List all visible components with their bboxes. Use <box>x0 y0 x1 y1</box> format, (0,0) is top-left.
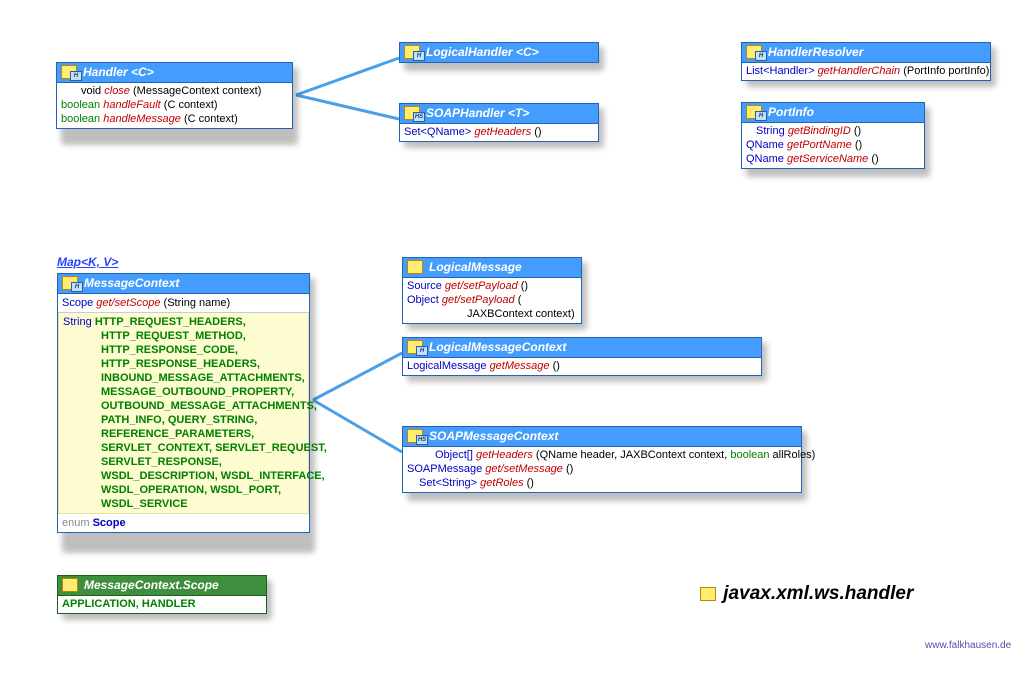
const: SERVLET_CONTEXT, SERVLET_REQUEST, <box>101 442 327 454</box>
class-header: H Handler <C> <box>56 62 293 83</box>
method-row: boolean handleMessage (C context) <box>61 112 288 126</box>
method-row: QName getPortName () <box>746 138 920 152</box>
class-header: HS SOAPMessageContext <box>402 426 802 447</box>
const: WSDL_OPERATION, WSDL_PORT, <box>101 484 281 496</box>
method-row: Source get/setPayload () <box>407 279 577 293</box>
class-title: SOAPMessageContext <box>429 429 558 443</box>
interface-icon: H <box>407 340 425 354</box>
class-logicalhandler: H LogicalHandler <C> <box>399 42 599 63</box>
class-title: MessageContext <box>84 276 179 290</box>
class-body: Source get/setPayload () Object get/setP… <box>402 278 582 324</box>
class-header: MessageContext.Scope <box>57 575 267 596</box>
diagram-canvas: H Handler <C> void close (MessageContext… <box>0 0 1031 676</box>
generic: <T> <box>508 106 529 120</box>
class-body: LogicalMessage getMessage () <box>402 358 762 376</box>
supertype-label: Map<K, V> <box>57 255 118 269</box>
const: OUTBOUND_MESSAGE_ATTACHMENTS, <box>101 400 317 412</box>
method-row: LogicalMessage getMessage () <box>407 359 757 373</box>
method-row: Object get/setPayload ( <box>407 293 577 307</box>
const: HTTP_RESPONSE_HEADERS, <box>101 358 260 370</box>
interface-icon: H <box>746 45 764 59</box>
method-row: boolean handleFault (C context) <box>61 98 288 112</box>
class-header: H LogicalMessageContext <box>402 337 762 358</box>
const: REFERENCE_PARAMETERS, <box>101 428 254 440</box>
class-body: Scope get/setScope (String name) String … <box>57 294 310 533</box>
const: MESSAGE_OUTBOUND_PROPERTY, <box>101 386 294 398</box>
class-logicalmessage: LogicalMessage Source get/setPayload () … <box>402 257 582 324</box>
method-row: Set<String> getRoles () <box>407 476 797 490</box>
class-soaphandler: HS SOAPHandler <T> Set<QName> getHeaders… <box>399 103 599 142</box>
class-header: H MessageContext <box>57 273 310 294</box>
method-row: JAXBContext context) <box>407 307 577 321</box>
enum-scope: MessageContext.Scope APPLICATION, HANDLE… <box>57 575 267 614</box>
method-row: SOAPMessage get/setMessage () <box>407 462 797 476</box>
const: WSDL_DESCRIPTION, WSDL_INTERFACE, <box>101 470 325 482</box>
method-row: QName getServiceName () <box>746 152 920 166</box>
enum-row: enum Scope <box>58 514 309 532</box>
const-type: String <box>63 316 92 328</box>
class-title: LogicalMessageContext <box>429 340 566 354</box>
class-portinfo: H PortInfo String getBindingID () QName … <box>741 102 925 169</box>
class-header: H HandlerResolver <box>741 42 991 63</box>
package-title: javax.xml.ws.handler <box>700 583 913 605</box>
interface-icon: H <box>746 105 764 119</box>
package-name: javax.xml.ws.handler <box>723 583 913 604</box>
interface-icon: H <box>62 276 80 290</box>
method-row: Set<QName> getHeaders () <box>404 125 594 139</box>
class-title: HandlerResolver <box>768 45 863 59</box>
class-handler: H Handler <C> void close (MessageContext… <box>56 62 293 129</box>
class-body: void close (MessageContext context) bool… <box>56 83 293 129</box>
class-title: PortInfo <box>768 105 814 119</box>
const: SERVLET_RESPONSE, <box>101 456 222 468</box>
const: WSDL_SERVICE <box>101 498 188 510</box>
interface-icon: HS <box>404 106 422 120</box>
const: HTTP_REQUEST_METHOD, <box>101 330 246 342</box>
interface-icon: H <box>404 45 422 59</box>
class-handlerresolver: H HandlerResolver List<Handler> getHandl… <box>741 42 991 81</box>
method-row: Object[] getHeaders (QName header, JAXBC… <box>407 448 797 462</box>
class-body: Set<QName> getHeaders () <box>399 124 599 142</box>
class-title: MessageContext.Scope <box>84 578 219 592</box>
class-header: H PortInfo <box>741 102 925 123</box>
class-body: Object[] getHeaders (QName header, JAXBC… <box>402 447 802 493</box>
const: HTTP_REQUEST_HEADERS, <box>95 316 246 328</box>
interface-icon: H <box>61 65 79 79</box>
const: HTTP_RESPONSE_CODE, <box>101 344 238 356</box>
generic: <C> <box>131 65 154 79</box>
class-header: LogicalMessage <box>402 257 582 278</box>
class-title: Handler <box>83 65 128 79</box>
class-soapmessagecontext: HS SOAPMessageContext Object[] getHeader… <box>402 426 802 493</box>
footer-link[interactable]: www.falkhausen.de <box>925 640 1011 651</box>
interface-icon: HS <box>407 429 425 443</box>
class-icon <box>407 260 425 274</box>
const: APPLICATION, HANDLER <box>62 598 196 610</box>
method-row: Scope get/setScope (String name) <box>58 294 309 312</box>
class-body: APPLICATION, HANDLER <box>57 596 267 614</box>
class-title: LogicalMessage <box>429 260 522 274</box>
const: PATH_INFO, QUERY_STRING, <box>101 414 257 426</box>
const: INBOUND_MESSAGE_ATTACHMENTS, <box>101 372 305 384</box>
class-messagecontext: H MessageContext Scope get/setScope (Str… <box>57 273 310 533</box>
generic: <C> <box>516 45 539 59</box>
method-row: String getBindingID () <box>746 124 920 138</box>
enum-icon <box>62 578 80 592</box>
class-header: HS SOAPHandler <T> <box>399 103 599 124</box>
class-logicalmessagecontext: H LogicalMessageContext LogicalMessage g… <box>402 337 762 376</box>
method-row: void close (MessageContext context) <box>61 84 288 98</box>
package-icon <box>700 587 718 601</box>
class-title: SOAPHandler <box>426 106 505 120</box>
class-body: List<Handler> getHandlerChain (PortInfo … <box>741 63 991 81</box>
class-header: H LogicalHandler <C> <box>399 42 599 63</box>
class-body: String getBindingID () QName getPortName… <box>741 123 925 169</box>
constants-block: String HTTP_REQUEST_HEADERS, HTTP_REQUES… <box>58 312 309 514</box>
class-title: LogicalHandler <box>426 45 513 59</box>
method-row: List<Handler> getHandlerChain (PortInfo … <box>746 64 986 78</box>
